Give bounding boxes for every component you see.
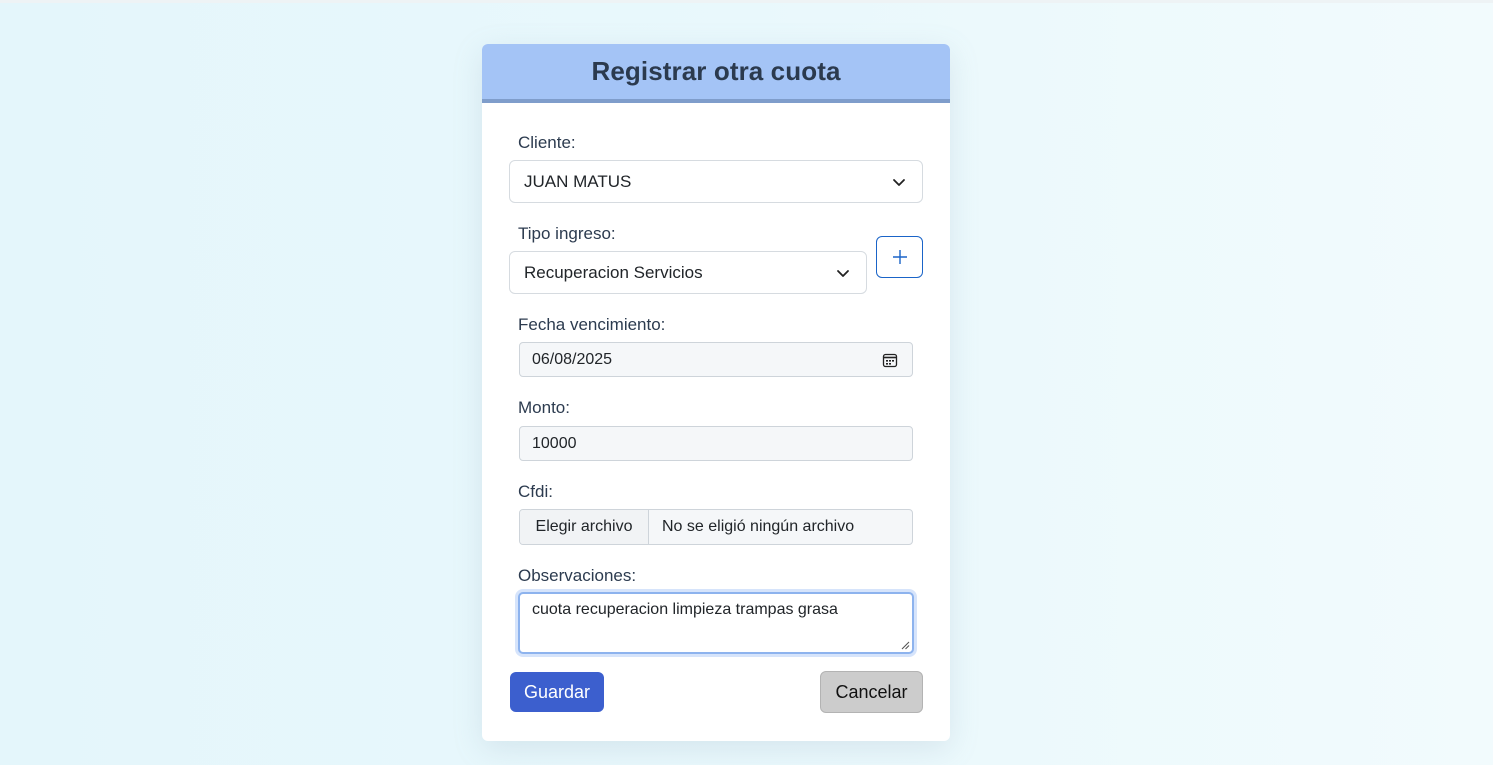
choose-file-label: Elegir archivo <box>535 518 633 535</box>
cancel-button-label: Cancelar <box>835 681 908 702</box>
observaciones-label: Observaciones: <box>518 566 637 585</box>
cfdi-file-input[interactable]: Elegir archivo No se eligió ningún archi… <box>519 509 913 545</box>
fecha-vencimiento-input[interactable]: 06/08/2025 <box>519 342 913 377</box>
card-header: Registrar otra cuota <box>482 44 950 103</box>
tipo-ingreso-select[interactable]: Recuperacion Servicios <box>509 251 867 294</box>
tipo-ingreso-select-value: Recuperacion Servicios <box>524 262 703 282</box>
save-button[interactable]: Guardar <box>510 672 604 712</box>
tipo-ingreso-label: Tipo ingreso: <box>518 224 616 243</box>
cliente-label: Cliente: <box>518 133 576 152</box>
choose-file-button[interactable]: Elegir archivo <box>520 510 649 544</box>
save-button-label: Guardar <box>523 681 591 702</box>
file-status-text: No se eligió ningún archivo <box>662 518 855 535</box>
plus-icon <box>892 250 907 264</box>
observaciones-value: cuota recuperacion limpieza trampas gras… <box>532 601 838 618</box>
add-tipo-ingreso-button[interactable] <box>876 236 923 278</box>
monto-label: Monto: <box>518 398 570 417</box>
cancel-button[interactable]: Cancelar <box>820 671 923 713</box>
fecha-vencimiento-value: 06/08/2025 <box>532 350 613 368</box>
chevron-down-icon <box>837 270 849 277</box>
resize-handle-icon[interactable] <box>901 641 910 650</box>
register-fee-card: Registrar otra cuota Cliente: JUAN MATUS… <box>482 44 950 741</box>
page-title: Registrar otra cuota <box>591 56 841 86</box>
cliente-select-value: JUAN MATUS <box>524 171 632 191</box>
cfdi-label: Cfdi: <box>518 482 553 501</box>
monto-value: 10000 <box>532 434 577 452</box>
top-divider <box>0 0 1493 3</box>
observaciones-textarea[interactable]: cuota recuperacion limpieza trampas gras… <box>518 592 914 654</box>
cliente-select[interactable]: JUAN MATUS <box>509 160 923 203</box>
calendar-icon[interactable] <box>882 352 898 368</box>
fecha-vencimiento-label: Fecha vencimiento: <box>518 315 666 334</box>
monto-input[interactable]: 10000 <box>519 426 913 461</box>
chevron-down-icon <box>893 179 905 186</box>
